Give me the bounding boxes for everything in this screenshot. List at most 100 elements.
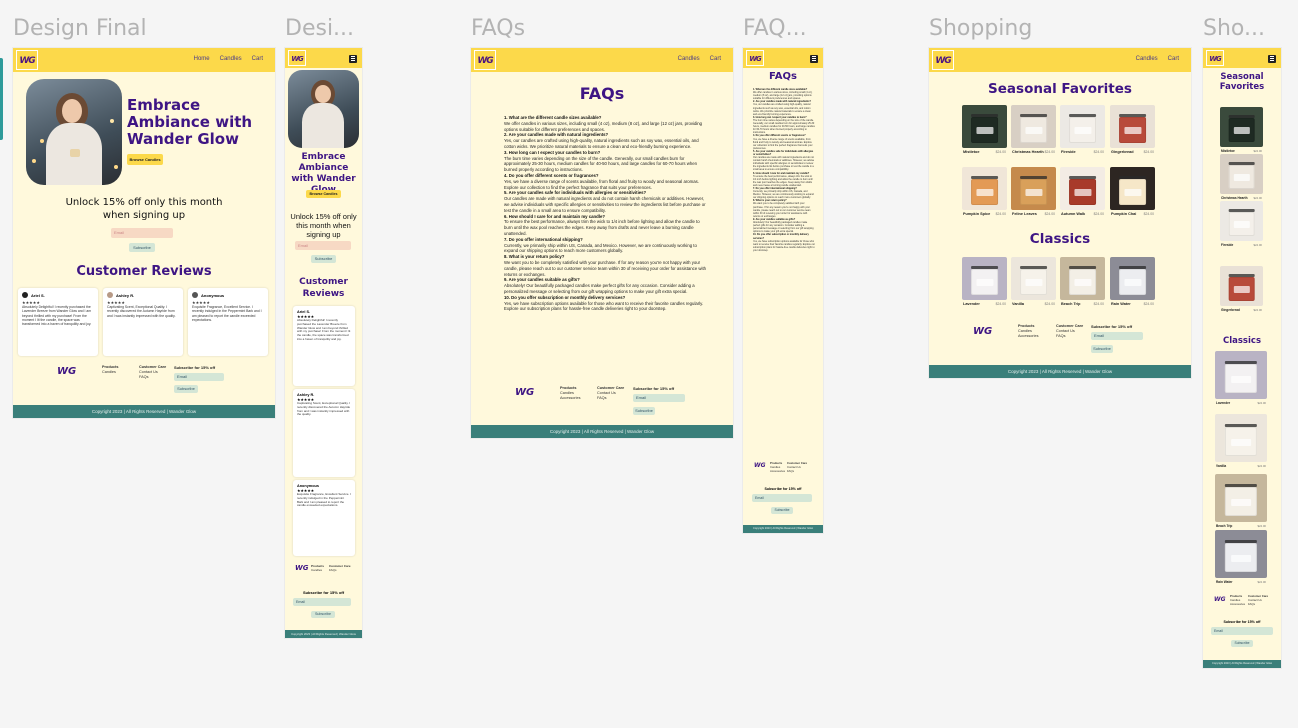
product-image[interactable] [1215, 351, 1267, 399]
product-card[interactable]: Christmas Hearth $24.00 [1220, 154, 1263, 202]
product-image[interactable] [1011, 167, 1056, 210]
footer-link-faqs[interactable]: FAQs [139, 375, 166, 380]
product-card[interactable]: Vanilla $24.00 [1011, 257, 1056, 308]
frame-shopping-mobile[interactable]: WG Seasonal Favorites Mistletoe $24.00 Chr… [1203, 48, 1281, 668]
nav-candles-link[interactable]: Candles [678, 56, 700, 62]
browse-candles-button[interactable]: Browse Candles [127, 154, 163, 165]
product-card[interactable]: Beach Trip $24.00 [1215, 474, 1267, 530]
footer-email-input[interactable]: Email [1091, 332, 1143, 340]
footer-link-faqs[interactable]: FAQs [1248, 602, 1268, 607]
product-image[interactable] [962, 167, 1007, 210]
product-image[interactable] [1110, 257, 1155, 300]
footer-link-accessories[interactable]: Accessories [1230, 602, 1245, 607]
frame-title-faqs-mobile[interactable]: FAQ... [743, 16, 813, 41]
footer-logo[interactable]: WG [515, 387, 534, 398]
product-image[interactable] [1220, 201, 1263, 241]
footer-link-accessories[interactable]: Accessories [770, 469, 785, 474]
product-card[interactable]: Rain Water $24.00 [1110, 257, 1155, 308]
product-image[interactable] [1060, 105, 1105, 148]
product-card[interactable]: Fireside $24.00 [1060, 105, 1105, 156]
frame-faqs[interactable]: WG Candles Cart FAQs 1. What are the dif… [471, 48, 733, 438]
logo[interactable]: WG [474, 50, 496, 70]
footer-logo[interactable]: WG [754, 462, 766, 469]
product-image[interactable] [1220, 154, 1263, 194]
menu-icon[interactable] [1268, 55, 1276, 63]
footer-email-input[interactable]: Email [1211, 627, 1273, 635]
footer-link-accessories[interactable]: Accessories [1018, 334, 1038, 339]
footer-link-faqs[interactable]: FAQs [1056, 334, 1083, 339]
nav-candles-link[interactable]: Candles [1136, 56, 1158, 62]
product-card[interactable]: Lavender $24.00 [1215, 351, 1267, 407]
product-image[interactable] [962, 105, 1007, 148]
footer-logo[interactable]: WG [57, 366, 76, 377]
product-image[interactable] [1220, 107, 1263, 147]
product-card[interactable]: Gingerbread $24.00 [1220, 266, 1263, 314]
footer-subscribe-button[interactable]: Subscribe [174, 385, 198, 393]
promo-subscribe-button[interactable]: Subscribe [129, 243, 155, 252]
frame-title-faqs[interactable]: FAQs [471, 16, 525, 41]
product-image[interactable] [1110, 105, 1155, 148]
product-card[interactable]: Feline Leaves $24.00 [1011, 167, 1056, 218]
footer-subscribe-button[interactable]: Subscribe [771, 507, 793, 514]
logo[interactable]: WG [746, 50, 764, 66]
frame-title-shopping[interactable]: Shopping [929, 16, 1032, 41]
frame-title-shopping-mobile[interactable]: Sho... [1203, 16, 1273, 41]
logo[interactable]: WG [16, 50, 38, 70]
frame-title-design-mobile[interactable]: Desi... [285, 16, 355, 41]
product-card[interactable]: Beach Trip $24.00 [1060, 257, 1105, 308]
product-card[interactable]: Pumpkin Spice $24.00 [962, 167, 1007, 218]
product-card[interactable]: Mistletoe $24.00 [962, 105, 1007, 156]
frame-design-mobile[interactable]: WG Embrace Ambiance with Wander Glow Bro… [285, 48, 362, 638]
logo[interactable]: WG [288, 50, 306, 66]
footer-email-input[interactable]: Email [174, 373, 224, 381]
product-image[interactable] [1060, 257, 1105, 300]
nav-cart-link[interactable]: Cart [252, 56, 263, 62]
promo-subscribe-button[interactable]: Subscribe [311, 255, 336, 263]
product-image[interactable] [962, 257, 1007, 300]
product-card[interactable]: Pumpkin Chai $24.00 [1110, 167, 1155, 218]
footer-link-faqs[interactable]: FAQs [597, 396, 624, 401]
product-card[interactable]: Lavender $24.00 [962, 257, 1007, 308]
footer-logo[interactable]: WG [973, 326, 992, 337]
promo-email-input[interactable]: Email [111, 228, 173, 238]
logo[interactable]: WG [1206, 50, 1224, 66]
frame-faqs-mobile[interactable]: WG FAQs 1. What are the different candle… [743, 48, 823, 533]
footer-link-accessories[interactable]: Accessories [560, 396, 580, 401]
product-card[interactable]: Gingerbread $24.00 [1110, 105, 1155, 156]
footer-subscribe-button[interactable]: Subscribe [633, 407, 655, 415]
nav-candles-link[interactable]: Candles [220, 56, 242, 62]
nav-home-link[interactable]: Home [194, 56, 210, 62]
product-image[interactable] [1011, 257, 1056, 300]
product-card[interactable]: Vanilla $24.00 [1215, 414, 1267, 470]
product-card[interactable]: Rain Water $24.00 [1215, 530, 1267, 586]
product-card[interactable]: Christmas Hearth $24.00 [1011, 105, 1056, 156]
footer-email-input[interactable]: Email [633, 394, 685, 402]
product-image[interactable] [1110, 167, 1155, 210]
product-image[interactable] [1215, 414, 1267, 462]
logo[interactable]: WG [932, 50, 954, 70]
footer-link-faqs[interactable]: FAQs [787, 469, 807, 474]
product-card[interactable]: Autumn Walk $24.00 [1060, 167, 1105, 218]
footer-logo[interactable]: WG [295, 564, 308, 572]
product-image[interactable] [1215, 474, 1267, 522]
product-image[interactable] [1011, 105, 1056, 148]
footer-subscribe-button[interactable]: Subscribe [1231, 640, 1253, 647]
nav-cart-link[interactable]: Cart [710, 56, 721, 62]
footer-logo[interactable]: WG [1214, 596, 1226, 603]
footer-email-input[interactable]: Email [752, 494, 812, 502]
footer-email-input[interactable]: Email [293, 598, 351, 606]
frame-shopping[interactable]: WG Candles Cart Seasonal Favorites Mistl… [929, 48, 1191, 378]
product-card[interactable]: Fireside $24.00 [1220, 201, 1263, 249]
nav-cart-link[interactable]: Cart [1168, 56, 1179, 62]
product-image[interactable] [1060, 167, 1105, 210]
browse-candles-button[interactable]: Browse Candles [306, 190, 341, 198]
menu-icon[interactable] [810, 55, 818, 63]
frame-title-design-final[interactable]: Design Final [13, 16, 147, 41]
promo-email-input[interactable]: Email [295, 241, 351, 250]
product-image[interactable] [1220, 266, 1263, 306]
footer-link-candles[interactable]: Candles [102, 370, 118, 375]
product-card[interactable]: Mistletoe $24.00 [1220, 107, 1263, 155]
frame-design-final[interactable]: WG Home Candles Cart Embrace Ambiance wi… [13, 48, 275, 418]
footer-link-candles[interactable]: Candles [311, 568, 324, 572]
footer-subscribe-button[interactable]: Subscribe [311, 611, 335, 618]
